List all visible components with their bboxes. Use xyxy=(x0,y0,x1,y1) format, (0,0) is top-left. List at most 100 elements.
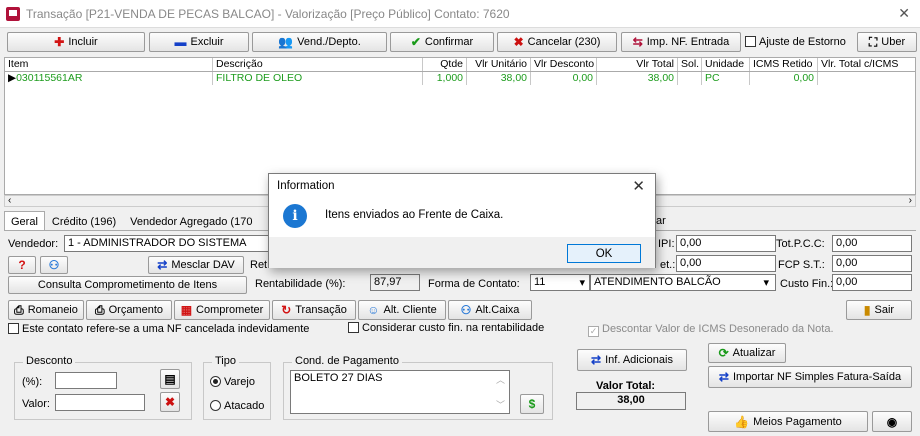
cancelar-button[interactable]: ✖ Cancelar (230) xyxy=(497,32,617,52)
meios-pagamento-button[interactable]: 👍 Meios Pagamento xyxy=(708,411,868,432)
col-vlr-total[interactable]: Vlr Total xyxy=(597,58,678,71)
tab-credito[interactable]: Crédito (196) xyxy=(45,211,123,231)
nf-cancelada-checkbox[interactable]: Este contato refere-se a uma NF cancelad… xyxy=(8,323,309,335)
valor-total-label: Valor Total: xyxy=(596,380,656,392)
exit-door-icon: ▮ xyxy=(863,303,871,317)
col-sol[interactable]: Sol. xyxy=(678,58,702,71)
descontar-icms-checkbox[interactable]: ✓ Descontar Valor de ICMS Desonerado da N… xyxy=(588,323,834,337)
alt-caixa-button[interactable]: ⚇ Alt.Caixa xyxy=(448,300,532,320)
col-vlr-total-icms[interactable]: Vlr. Total c/ICMS xyxy=(818,58,915,71)
comprometer-button[interactable]: ▦ Comprometer xyxy=(174,300,270,320)
imp-nf-entrada-button[interactable]: ⇆ Imp. NF. Entrada xyxy=(621,32,741,52)
dialog-close-button[interactable]: ✕ xyxy=(632,177,645,195)
consulta-comprometimento-button[interactable]: Consulta Comprometimento de Itens xyxy=(8,276,247,294)
view-button[interactable]: ◉ xyxy=(872,411,912,432)
fcp-st-field[interactable]: 0,00 xyxy=(832,255,912,272)
custo-fin-rentabilidade-checkbox[interactable]: Considerar custo fin. na rentabilidade xyxy=(348,322,544,334)
checkmark-icon: ✓ xyxy=(588,326,599,337)
merge-icon: ⇄ xyxy=(157,258,168,272)
table-row[interactable]: ▶030115561AR FILTRO DE OLEO 1,000 38,00 … xyxy=(5,72,915,85)
row-pointer-icon: ▶ xyxy=(8,72,17,84)
confirmar-button[interactable]: ✔ Confirmar xyxy=(390,32,494,52)
inf-adicionais-button[interactable]: ⇄ Inf. Adicionais xyxy=(577,349,687,371)
info-icon: i xyxy=(283,204,307,228)
cell-item: ▶030115561AR xyxy=(5,72,213,85)
importar-nf-button[interactable]: ⇄ Importar NF Simples Fatura-Saída xyxy=(708,366,912,388)
checkbox-icon xyxy=(745,36,756,47)
desconto-valor-field[interactable] xyxy=(55,394,145,411)
tot-pcc-field[interactable]: 0,00 xyxy=(832,235,912,252)
cell-unidade: PC xyxy=(702,72,750,85)
money-button[interactable]: $ xyxy=(520,394,544,414)
tab-vendedor-agregado[interactable]: Vendedor Agregado (170 xyxy=(123,211,259,231)
tab-partial[interactable]: ar xyxy=(656,215,666,227)
ipi-label: IPI: xyxy=(658,238,675,250)
ajuste-estorno-checkbox[interactable]: Ajuste de Estorno xyxy=(745,36,846,48)
et-field[interactable]: 0,00 xyxy=(676,255,776,272)
col-icms-retido[interactable]: ICMS Retido xyxy=(750,58,818,71)
atacado-radio[interactable]: Atacado xyxy=(210,400,264,412)
printer-icon: ⎙ xyxy=(94,303,105,317)
alt-cliente-button[interactable]: ☺ Alt. Cliente xyxy=(358,300,446,320)
transacao-button[interactable]: ↻ Transação xyxy=(272,300,356,320)
col-unidade[interactable]: Unidade xyxy=(702,58,750,71)
clear-desconto-button[interactable]: ✖ xyxy=(160,392,180,412)
dialog-message: Itens enviados ao Frente de Caixa. xyxy=(325,209,504,221)
scroll-down-icon[interactable]: ﹀ xyxy=(496,398,505,411)
forma-contato-select[interactable]: ATENDIMENTO BALCÃO ▾ xyxy=(590,274,776,291)
close-window-button[interactable]: ✕ xyxy=(898,5,910,22)
thumbs-up-icon: 👍 xyxy=(734,414,750,429)
varejo-radio[interactable]: Varejo xyxy=(210,376,255,388)
group-button[interactable]: ⚇ xyxy=(40,256,68,274)
scroll-right-icon[interactable]: › xyxy=(909,195,912,206)
desconto-pct-field[interactable] xyxy=(55,372,117,389)
minus-icon: ▬ xyxy=(174,35,187,49)
cell-sol xyxy=(678,72,702,85)
custo-fin-field[interactable]: 0,00 xyxy=(832,274,912,291)
rentabilidade-label: Rentabilidade (%): xyxy=(255,278,346,290)
dialog-footer: OK xyxy=(269,237,655,268)
chevron-down-icon: ▾ xyxy=(579,277,585,289)
eye-icon: ◉ xyxy=(886,414,898,429)
cross-icon: ✖ xyxy=(164,395,176,409)
sair-button[interactable]: ▮ Sair xyxy=(846,300,912,320)
cond-pagamento-field[interactable]: BOLETO 27 DIAS ︿ ﹀ xyxy=(290,370,510,414)
col-item[interactable]: Item xyxy=(5,58,213,71)
incluir-button[interactable]: ✚ Incluir xyxy=(7,32,145,52)
col-descricao[interactable]: Descrição xyxy=(213,58,423,71)
tab-geral[interactable]: Geral xyxy=(4,211,45,231)
ipi-field[interactable]: 0,00 xyxy=(676,235,776,252)
scroll-left-icon[interactable]: ‹ xyxy=(8,195,11,206)
title-bar: Transação [P21-VENDA DE PECAS BALCAO] - … xyxy=(0,0,920,28)
rentabilidade-field: 87,97 xyxy=(370,274,420,291)
check-icon: ✔ xyxy=(410,35,421,49)
people-icon: 👥 xyxy=(278,35,294,49)
vendedor-field[interactable]: 1 - ADMINISTRADOR DO SISTEMA xyxy=(64,235,269,252)
cell-icms-retido: 0,00 xyxy=(750,72,818,85)
romaneio-button[interactable]: ⎙ Romaneio xyxy=(8,300,84,320)
calendar-icon: ▦ xyxy=(180,303,193,317)
dollar-icon: $ xyxy=(528,397,536,411)
uber-icon: ⛶ xyxy=(868,35,878,49)
col-vlr-desconto[interactable]: Vlr Desconto xyxy=(531,58,597,71)
calculator-button[interactable]: ▤ xyxy=(160,369,180,389)
cell-descricao: FILTRO DE OLEO xyxy=(213,72,423,85)
col-vlr-unitario[interactable]: Vlr Unitário xyxy=(467,58,531,71)
vend-depto-button[interactable]: 👥 Vend./Depto. xyxy=(252,32,387,52)
orcamento-button[interactable]: ⎙ Orçamento xyxy=(86,300,172,320)
atualizar-button[interactable]: ⟳ Atualizar xyxy=(708,343,786,363)
excluir-button[interactable]: ▬ Excluir xyxy=(149,32,249,52)
calculator-icon: ▤ xyxy=(164,372,176,386)
mesclar-dav-button[interactable]: ⇄ Mesclar DAV xyxy=(148,256,244,274)
scroll-up-icon[interactable]: ︿ xyxy=(496,373,505,386)
cond-pagamento-title: Cond. de Pagamento xyxy=(292,355,402,367)
uber-button[interactable]: ⛶ Uber xyxy=(857,32,917,52)
fcp-st-label: FCP S.T.: xyxy=(778,259,825,271)
help-button[interactable]: ? xyxy=(8,256,36,274)
forma-contato-code-select[interactable]: 11 ▾ xyxy=(530,274,590,291)
question-icon: ? xyxy=(18,258,26,272)
cell-vlr-total: 38,00 xyxy=(597,72,678,85)
col-qtde[interactable]: Qtde xyxy=(423,58,467,71)
ok-button[interactable]: OK xyxy=(567,244,641,263)
refresh-icon: ⟳ xyxy=(718,346,729,360)
